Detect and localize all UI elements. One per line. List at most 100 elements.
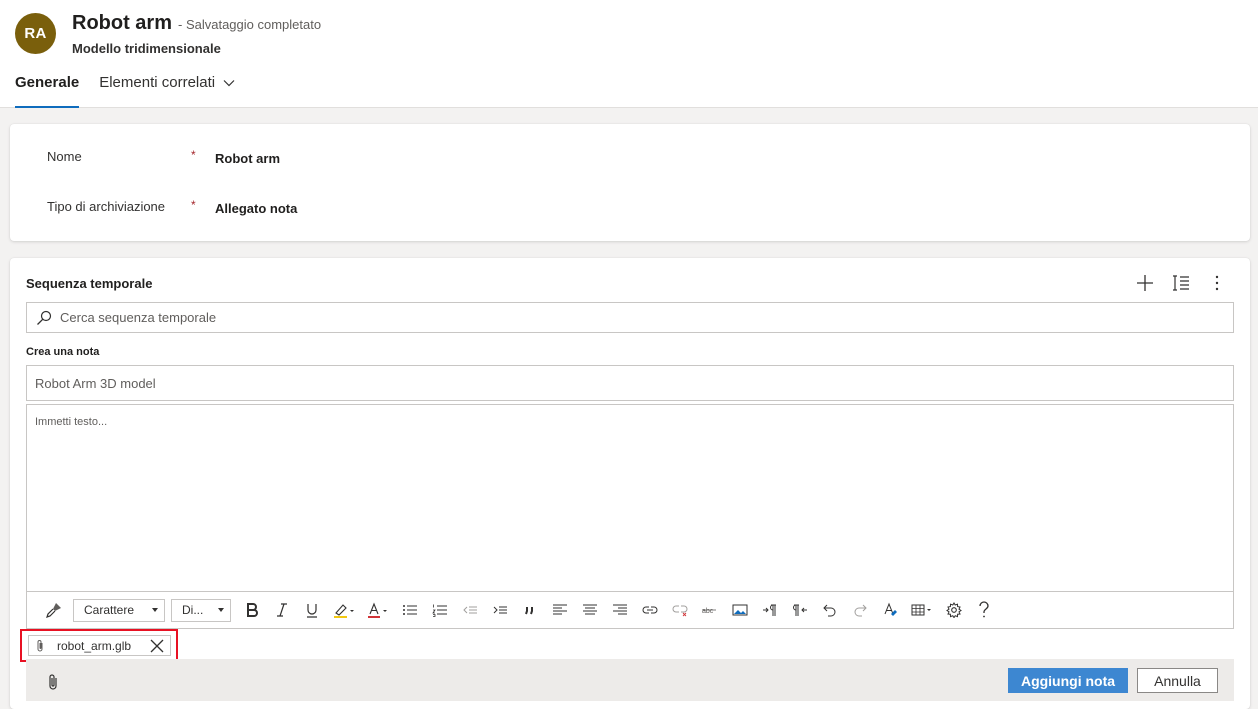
strikethrough-icon: abc xyxy=(702,608,716,615)
svg-text:abc: abc xyxy=(702,608,714,615)
add-timeline-button[interactable] xyxy=(1134,272,1156,294)
timeline-title: Sequenza temporale xyxy=(26,276,153,291)
undo-button[interactable] xyxy=(815,596,845,624)
indent-icon xyxy=(493,606,507,614)
field-label-tipo-archiviazione: Tipo di archiviazione xyxy=(47,199,166,214)
unlink-icon xyxy=(672,605,688,617)
image-icon xyxy=(732,604,748,616)
help-button[interactable] xyxy=(969,596,999,624)
remove-attachment-close-icon[interactable] xyxy=(149,638,165,654)
chevron-down-icon xyxy=(223,80,235,87)
record-header: RA Robot arm - Salvataggio completato Mo… xyxy=(0,0,1258,108)
required-marker: * xyxy=(191,148,196,162)
table-icon xyxy=(911,604,931,616)
align-center-icon xyxy=(583,604,597,615)
numbered-list-icon xyxy=(432,604,447,617)
quote-icon xyxy=(525,607,533,615)
font-select-value: Carattere xyxy=(84,603,135,617)
highlighter-icon xyxy=(334,604,354,618)
strikethrough-button[interactable]: abc xyxy=(695,596,725,624)
redo-icon xyxy=(854,604,867,617)
timeline-search-box[interactable] xyxy=(26,302,1234,333)
note-footer-bar: Aggiungi nota Annulla xyxy=(26,659,1234,701)
tab-label: Elementi correlati xyxy=(99,74,216,91)
field-value-nome[interactable]: Robot arm xyxy=(215,151,280,166)
format-painter-button[interactable] xyxy=(39,596,69,624)
save-status: - Salvataggio completato xyxy=(178,17,322,32)
font-size-select[interactable]: Di... xyxy=(171,598,231,622)
underline-icon xyxy=(307,603,317,618)
underline-button[interactable] xyxy=(297,596,327,624)
more-vertical-icon xyxy=(1215,275,1219,291)
bold-icon xyxy=(247,603,258,617)
create-note-label: Crea una nota xyxy=(26,346,100,358)
italic-icon xyxy=(277,603,287,617)
question-mark-icon xyxy=(979,601,989,618)
rich-text-toolbar: Carattere Di... abc xyxy=(26,591,1234,629)
paint-brush-icon xyxy=(46,603,61,618)
font-size-select-value: Di... xyxy=(182,603,204,617)
search-icon xyxy=(37,310,52,325)
remove-link-button[interactable] xyxy=(665,596,695,624)
clear-format-icon xyxy=(884,602,897,616)
timeline-search-input[interactable] xyxy=(60,310,1160,325)
italic-button[interactable] xyxy=(267,596,297,624)
gear-icon xyxy=(946,602,962,618)
title-row: Robot arm - Salvataggio completato xyxy=(72,12,321,35)
link-icon xyxy=(642,606,658,614)
tab-generale[interactable]: Generale xyxy=(15,74,80,108)
required-marker: * xyxy=(191,198,196,212)
general-section: Nome * Robot arm Tipo di archiviazione *… xyxy=(10,124,1250,241)
attachment-highlight: robot_arm.glb xyxy=(20,629,178,662)
plus-icon xyxy=(1137,275,1153,291)
editor-placeholder: Immetti testo... xyxy=(35,416,108,428)
insert-table-button[interactable] xyxy=(905,596,939,624)
note-title-value: Robot Arm 3D model xyxy=(35,375,156,391)
sort-list-icon xyxy=(1173,275,1189,291)
bold-button[interactable] xyxy=(237,596,267,624)
tab-label: Generale xyxy=(15,74,80,91)
align-right-icon xyxy=(613,604,627,615)
increase-indent-button[interactable] xyxy=(485,596,515,624)
decrease-indent-button[interactable] xyxy=(455,596,485,624)
bullet-list-icon xyxy=(403,605,417,615)
note-title-input[interactable]: Robot Arm 3D model xyxy=(26,365,1234,401)
numbered-list-button[interactable] xyxy=(425,596,455,624)
more-options-button[interactable] xyxy=(1206,272,1228,294)
text-direction-rtl-icon xyxy=(793,604,807,616)
caret-down-icon xyxy=(152,608,158,612)
font-select[interactable]: Carattere xyxy=(73,598,165,622)
text-direction-ltr-icon xyxy=(763,604,776,616)
add-note-button[interactable]: Aggiungi nota xyxy=(1008,668,1128,693)
align-left-button[interactable] xyxy=(545,596,575,624)
redo-button[interactable] xyxy=(845,596,875,624)
clear-formatting-button[interactable] xyxy=(875,596,905,624)
tab-elementi-correlati[interactable]: Elementi correlati xyxy=(99,74,235,108)
outdent-icon xyxy=(463,606,477,614)
attachment-chip[interactable]: robot_arm.glb xyxy=(28,635,171,656)
highlight-color-button[interactable] xyxy=(327,596,361,624)
paperclip-icon xyxy=(37,639,43,651)
field-label-nome: Nome xyxy=(47,149,82,164)
editor-settings-button[interactable] xyxy=(939,596,969,624)
sort-timeline-button[interactable] xyxy=(1170,272,1192,294)
field-value-tipo-archiviazione[interactable]: Allegato nota xyxy=(215,201,297,216)
ltr-direction-button[interactable] xyxy=(755,596,785,624)
quote-button[interactable] xyxy=(515,596,545,624)
rtl-direction-button[interactable] xyxy=(785,596,815,624)
caret-down-icon xyxy=(218,608,224,612)
cancel-button[interactable]: Annulla xyxy=(1137,668,1218,693)
timeline-section: Sequenza temporale Crea una nota xyxy=(10,258,1250,709)
form-subtitle[interactable]: Modello tridimensionale xyxy=(72,41,221,56)
timeline-tools xyxy=(1134,272,1228,294)
font-color-button[interactable] xyxy=(361,596,395,624)
bulleted-list-button[interactable] xyxy=(395,596,425,624)
align-center-button[interactable] xyxy=(575,596,605,624)
insert-image-button[interactable] xyxy=(725,596,755,624)
insert-link-button[interactable] xyxy=(635,596,665,624)
attach-file-paperclip-icon[interactable] xyxy=(46,673,60,691)
attachment-filename: robot_arm.glb xyxy=(57,638,132,653)
page-title: Robot arm xyxy=(72,12,172,34)
align-right-button[interactable] xyxy=(605,596,635,624)
tab-bar: Generale Elementi correlati xyxy=(15,74,255,108)
